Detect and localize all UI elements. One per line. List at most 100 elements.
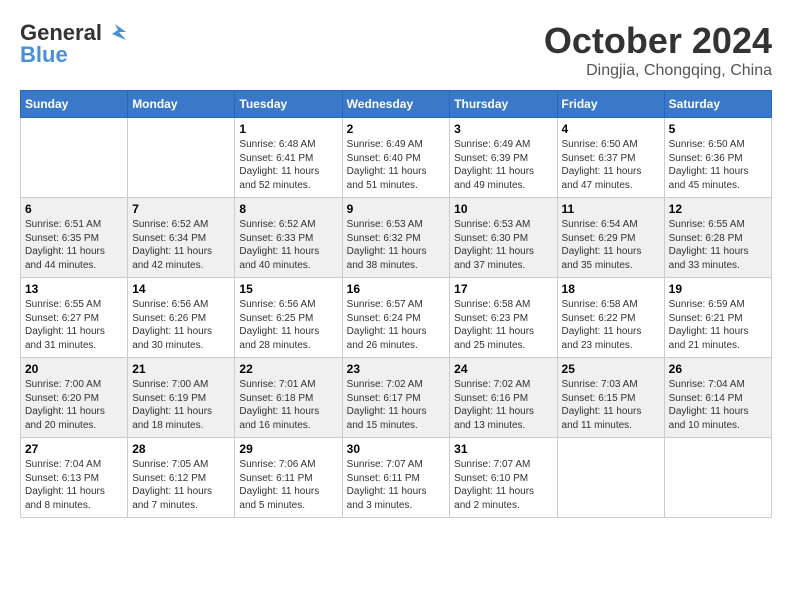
day-number: 30: [347, 442, 446, 456]
calendar-cell: 6 Sunrise: 6:51 AM Sunset: 6:35 PM Daylig…: [21, 198, 128, 278]
calendar-cell: 14 Sunrise: 6:56 AM Sunset: 6:26 PM Dayli…: [128, 278, 235, 358]
day-number: 22: [239, 362, 337, 376]
calendar-week-2: 6 Sunrise: 6:51 AM Sunset: 6:35 PM Daylig…: [21, 198, 772, 278]
day-number: 2: [347, 122, 446, 136]
day-number: 20: [25, 362, 123, 376]
day-info: Sunrise: 7:02 AM Sunset: 6:17 PM Dayligh…: [347, 378, 446, 432]
day-number: 6: [25, 202, 123, 216]
calendar-cell: 5 Sunrise: 6:50 AM Sunset: 6:36 PM Daylig…: [664, 118, 771, 198]
calendar-cell: [664, 438, 771, 518]
day-header-monday: Monday: [128, 91, 235, 118]
day-header-wednesday: Wednesday: [342, 91, 450, 118]
day-number: 9: [347, 202, 446, 216]
location-subtitle: Dingjia, Chongqing, China: [544, 62, 772, 80]
calendar-cell: 11 Sunrise: 6:54 AM Sunset: 6:29 PM Dayli…: [557, 198, 664, 278]
calendar-cell: 30 Sunrise: 7:07 AM Sunset: 6:11 PM Dayli…: [342, 438, 450, 518]
day-info: Sunrise: 6:56 AM Sunset: 6:26 PM Dayligh…: [132, 298, 230, 352]
day-info: Sunrise: 7:04 AM Sunset: 6:13 PM Dayligh…: [25, 458, 123, 512]
month-year-title: October 2024: [544, 20, 772, 62]
day-header-tuesday: Tuesday: [235, 91, 342, 118]
day-number: 27: [25, 442, 123, 456]
day-header-thursday: Thursday: [450, 91, 557, 118]
day-header-sunday: Sunday: [21, 91, 128, 118]
day-number: 29: [239, 442, 337, 456]
day-number: 7: [132, 202, 230, 216]
day-number: 26: [669, 362, 767, 376]
calendar-cell: 12Sunrise: 6:55 AM Sunset: 6:28 PM Dayli…: [664, 198, 771, 278]
calendar-cell: 21 Sunrise: 7:00 AM Sunset: 6:19 PM Dayli…: [128, 358, 235, 438]
calendar-cell: 23 Sunrise: 7:02 AM Sunset: 6:17 PM Dayli…: [342, 358, 450, 438]
day-info: Sunrise: 7:07 AM Sunset: 6:10 PM Dayligh…: [454, 458, 552, 512]
calendar-cell: 17 Sunrise: 6:58 AM Sunset: 6:23 PM Dayli…: [450, 278, 557, 358]
day-number: 1: [239, 122, 337, 136]
day-number: 13: [25, 282, 123, 296]
day-number: 21: [132, 362, 230, 376]
day-info: Sunrise: 6:49 AM Sunset: 6:39 PM Dayligh…: [454, 138, 552, 192]
calendar-week-5: 27 Sunrise: 7:04 AM Sunset: 6:13 PM Dayli…: [21, 438, 772, 518]
calendar-header-row: SundayMondayTuesdayWednesdayThursdayFrid…: [21, 91, 772, 118]
day-info: Sunrise: 7:06 AM Sunset: 6:11 PM Dayligh…: [239, 458, 337, 512]
day-info: Sunrise: 6:55 AM Sunset: 6:28 PM Dayligh…: [669, 218, 767, 272]
calendar-cell: 20 Sunrise: 7:00 AM Sunset: 6:20 PM Dayli…: [21, 358, 128, 438]
day-info: Sunrise: 6:48 AM Sunset: 6:41 PM Dayligh…: [239, 138, 337, 192]
calendar-cell: 7 Sunrise: 6:52 AM Sunset: 6:34 PM Daylig…: [128, 198, 235, 278]
day-header-friday: Friday: [557, 91, 664, 118]
calendar-table: SundayMondayTuesdayWednesdayThursdayFrid…: [20, 90, 772, 518]
calendar-week-1: 1 Sunrise: 6:48 AM Sunset: 6:41 PM Daylig…: [21, 118, 772, 198]
calendar-cell: 4Sunrise: 6:50 AM Sunset: 6:37 PM Daylig…: [557, 118, 664, 198]
day-info: Sunrise: 7:07 AM Sunset: 6:11 PM Dayligh…: [347, 458, 446, 512]
day-info: Sunrise: 6:58 AM Sunset: 6:22 PM Dayligh…: [562, 298, 660, 352]
day-number: 23: [347, 362, 446, 376]
logo-blue-text: Blue: [20, 42, 68, 68]
day-info: Sunrise: 6:50 AM Sunset: 6:36 PM Dayligh…: [669, 138, 767, 192]
day-number: 25: [562, 362, 660, 376]
day-number: 14: [132, 282, 230, 296]
calendar-cell: 24Sunrise: 7:02 AM Sunset: 6:16 PM Dayli…: [450, 358, 557, 438]
calendar-week-3: 13 Sunrise: 6:55 AM Sunset: 6:27 PM Dayli…: [21, 278, 772, 358]
header: General Blue October 2024 Dingjia, Chong…: [20, 20, 772, 80]
calendar-cell: 9Sunrise: 6:53 AM Sunset: 6:32 PM Daylig…: [342, 198, 450, 278]
day-info: Sunrise: 6:59 AM Sunset: 6:21 PM Dayligh…: [669, 298, 767, 352]
calendar-cell: 27 Sunrise: 7:04 AM Sunset: 6:13 PM Dayli…: [21, 438, 128, 518]
day-info: Sunrise: 6:56 AM Sunset: 6:25 PM Dayligh…: [239, 298, 337, 352]
day-info: Sunrise: 7:02 AM Sunset: 6:16 PM Dayligh…: [454, 378, 552, 432]
calendar-cell: 16Sunrise: 6:57 AM Sunset: 6:24 PM Dayli…: [342, 278, 450, 358]
day-info: Sunrise: 6:52 AM Sunset: 6:34 PM Dayligh…: [132, 218, 230, 272]
day-info: Sunrise: 6:52 AM Sunset: 6:33 PM Dayligh…: [239, 218, 337, 272]
day-number: 4: [562, 122, 660, 136]
calendar-cell: 13 Sunrise: 6:55 AM Sunset: 6:27 PM Dayli…: [21, 278, 128, 358]
calendar-cell: 3Sunrise: 6:49 AM Sunset: 6:39 PM Daylig…: [450, 118, 557, 198]
calendar-cell: 19 Sunrise: 6:59 AM Sunset: 6:21 PM Dayli…: [664, 278, 771, 358]
day-info: Sunrise: 7:00 AM Sunset: 6:19 PM Dayligh…: [132, 378, 230, 432]
calendar-cell: 28Sunrise: 7:05 AM Sunset: 6:12 PM Dayli…: [128, 438, 235, 518]
calendar-cell: 15 Sunrise: 6:56 AM Sunset: 6:25 PM Dayli…: [235, 278, 342, 358]
day-info: Sunrise: 6:54 AM Sunset: 6:29 PM Dayligh…: [562, 218, 660, 272]
calendar-cell: 1 Sunrise: 6:48 AM Sunset: 6:41 PM Daylig…: [235, 118, 342, 198]
day-number: 15: [239, 282, 337, 296]
calendar-cell: 29 Sunrise: 7:06 AM Sunset: 6:11 PM Dayli…: [235, 438, 342, 518]
day-number: 28: [132, 442, 230, 456]
calendar-cell: 25Sunrise: 7:03 AM Sunset: 6:15 PM Dayli…: [557, 358, 664, 438]
day-number: 17: [454, 282, 552, 296]
calendar-cell: 8 Sunrise: 6:52 AM Sunset: 6:33 PM Daylig…: [235, 198, 342, 278]
day-number: 5: [669, 122, 767, 136]
day-header-saturday: Saturday: [664, 91, 771, 118]
day-info: Sunrise: 6:49 AM Sunset: 6:40 PM Dayligh…: [347, 138, 446, 192]
day-number: 18: [562, 282, 660, 296]
title-section: October 2024 Dingjia, Chongqing, China: [544, 20, 772, 80]
day-info: Sunrise: 7:00 AM Sunset: 6:20 PM Dayligh…: [25, 378, 123, 432]
calendar-week-4: 20 Sunrise: 7:00 AM Sunset: 6:20 PM Dayli…: [21, 358, 772, 438]
calendar-cell: 10Sunrise: 6:53 AM Sunset: 6:30 PM Dayli…: [450, 198, 557, 278]
day-info: Sunrise: 6:55 AM Sunset: 6:27 PM Dayligh…: [25, 298, 123, 352]
day-number: 10: [454, 202, 552, 216]
day-info: Sunrise: 6:51 AM Sunset: 6:35 PM Dayligh…: [25, 218, 123, 272]
logo: General Blue: [20, 20, 126, 68]
day-info: Sunrise: 7:01 AM Sunset: 6:18 PM Dayligh…: [239, 378, 337, 432]
calendar-cell: [557, 438, 664, 518]
day-info: Sunrise: 6:57 AM Sunset: 6:24 PM Dayligh…: [347, 298, 446, 352]
day-number: 19: [669, 282, 767, 296]
calendar-cell: 22 Sunrise: 7:01 AM Sunset: 6:18 PM Dayli…: [235, 358, 342, 438]
day-number: 11: [562, 202, 660, 216]
day-number: 8: [239, 202, 337, 216]
day-info: Sunrise: 6:58 AM Sunset: 6:23 PM Dayligh…: [454, 298, 552, 352]
